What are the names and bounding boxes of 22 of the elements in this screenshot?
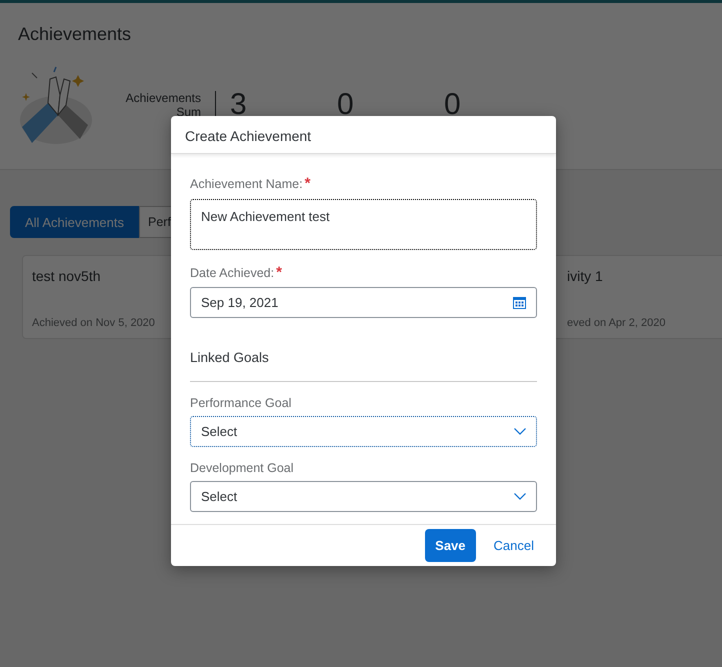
name-input-field[interactable]: New Achievement test — [190, 198, 537, 250]
calendar-icon[interactable] — [513, 296, 526, 309]
card-date: eved on Apr 2, 2020 — [567, 316, 666, 330]
card-title: test nov5th — [32, 267, 100, 286]
dialog-title: Create Achievement — [171, 116, 556, 154]
tab[interactable]: All Achievements — [10, 206, 139, 238]
chevron-down-icon — [514, 492, 526, 500]
card-date: Achieved on Nov 5, 2020 — [32, 316, 155, 330]
field-label: Performance Goal — [190, 396, 292, 410]
select-dropdown[interactable]: Select — [190, 480, 537, 512]
select-dropdown[interactable]: Select — [190, 416, 537, 447]
field-label: Development Goal — [190, 461, 294, 475]
required-mark: * — [304, 175, 310, 192]
card-title: ivity 1 — [567, 267, 603, 286]
save-button[interactable]: Save — [425, 528, 476, 562]
section-title: Linked Goals — [190, 350, 269, 365]
page-title: Achievements — [18, 23, 132, 46]
cancel-link[interactable]: Cancel — [486, 528, 542, 562]
required-mark: * — [276, 264, 282, 280]
field-label: Achievement Name: — [190, 177, 303, 191]
chevron-down-icon — [514, 428, 526, 435]
date-input-field[interactable]: Sep 19, 2021 — [190, 287, 537, 318]
